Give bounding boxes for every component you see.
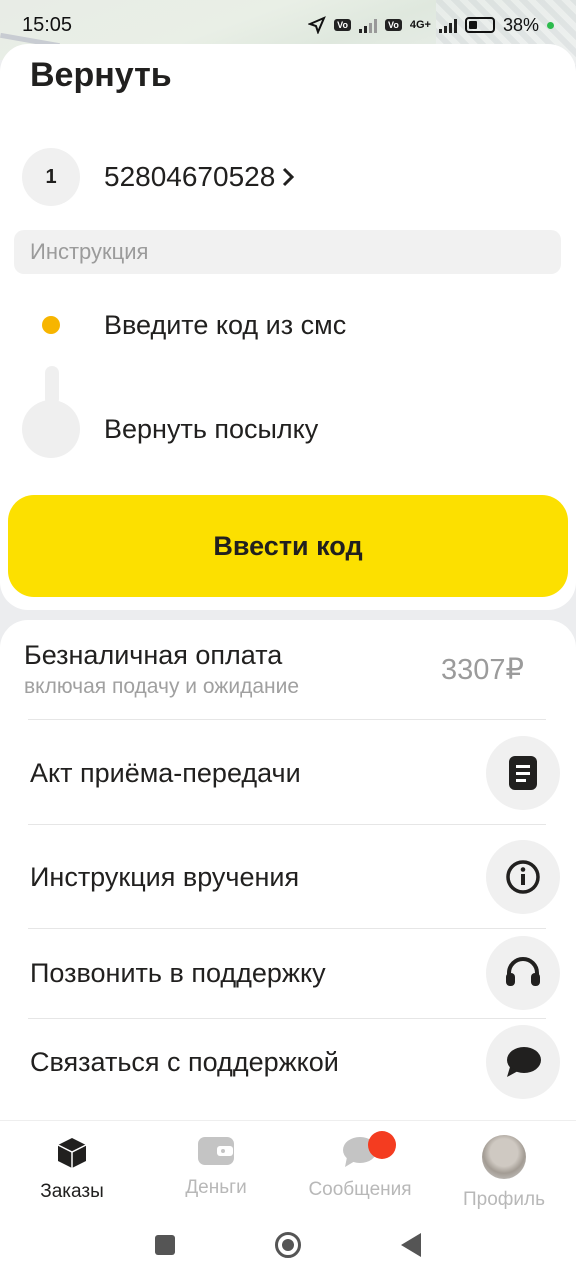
- instruction-section-header: Инструкция: [14, 230, 561, 274]
- menu-item-acceptance-act[interactable]: Акт приёма-передачи: [30, 736, 560, 810]
- system-navigation-bar: [0, 1210, 576, 1280]
- volte-icon: Vo: [334, 19, 352, 31]
- unread-badge: [368, 1131, 396, 1159]
- location-arrow-icon: [308, 16, 327, 34]
- return-card: Вернуть 1 52804670528 Инструкция Введите…: [0, 44, 576, 610]
- menu-item-delivery-instruction[interactable]: Инструкция вручения: [30, 840, 560, 914]
- page-title: Вернуть: [30, 56, 172, 94]
- menu-item-call-support[interactable]: Позвонить в поддержку: [30, 936, 560, 1010]
- document-icon: [509, 756, 537, 790]
- payment-row: Безналичная оплата включая подачу и ожид…: [24, 640, 544, 699]
- signal-icon: [359, 17, 378, 33]
- menu-item-label: Связаться с поддержкой: [30, 1046, 339, 1077]
- status-icons: Vo Vo 4G+ 38%: [308, 15, 554, 36]
- nav-tab-orders[interactable]: Заказы: [0, 1121, 144, 1203]
- battery-icon: [464, 17, 495, 33]
- signal-icon: [438, 17, 457, 33]
- chevron-right-icon: [283, 167, 295, 187]
- pending-step-circle-icon: [22, 400, 80, 458]
- nav-label: Деньги: [185, 1177, 247, 1198]
- divider: [28, 928, 546, 929]
- recent-apps-button[interactable]: [155, 1235, 175, 1255]
- chat-bubble-icon: [507, 1047, 541, 1077]
- current-step-dot-icon: [42, 316, 60, 334]
- headset-button[interactable]: [486, 936, 560, 1010]
- order-number: 52804670528: [104, 161, 276, 192]
- wallet-icon: [198, 1137, 234, 1165]
- privacy-indicator-icon: [547, 21, 554, 29]
- headset-icon: [506, 957, 540, 986]
- chat-button[interactable]: [486, 1025, 560, 1099]
- payment-amount: 3307₽: [441, 654, 524, 686]
- menu-item-label: Акт приёма-передачи: [30, 757, 301, 788]
- status-bar: 15:05 Vo Vo 4G+ 38%: [0, 0, 576, 50]
- order-index: 1: [22, 148, 80, 206]
- nav-tab-messages[interactable]: Сообщения: [288, 1121, 432, 1201]
- battery-level: 38%: [502, 14, 539, 35]
- box-icon: [57, 1138, 87, 1168]
- network-type: 4G+: [409, 19, 431, 31]
- divider: [28, 719, 546, 720]
- bottom-navigation: Заказы Деньги Сообщения Профиль: [0, 1120, 576, 1211]
- home-button[interactable]: [275, 1232, 301, 1258]
- nav-label: Заказы: [40, 1181, 104, 1202]
- step-label: Вернуть посылку: [104, 413, 319, 444]
- nav-tab-money[interactable]: Деньги: [144, 1121, 288, 1199]
- order-details-card: Безналичная оплата включая подачу и ожид…: [0, 620, 576, 1120]
- menu-item-label: Инструкция вручения: [30, 861, 300, 892]
- order-row[interactable]: 1 52804670528: [22, 148, 295, 206]
- volte-icon: Vo: [385, 19, 402, 31]
- step-label: Введите код из смс: [104, 309, 347, 340]
- instruction-step: Вернуть посылку: [22, 400, 318, 458]
- divider: [28, 824, 546, 825]
- nav-label: Профиль: [462, 1189, 546, 1210]
- divider: [28, 1018, 546, 1019]
- nav-label: Сообщения: [308, 1179, 412, 1200]
- nav-tab-profile[interactable]: Профиль: [432, 1121, 576, 1211]
- document-button[interactable]: [486, 736, 560, 810]
- status-time: 15:05: [22, 13, 73, 36]
- back-button[interactable]: [401, 1233, 421, 1257]
- info-icon: [506, 860, 540, 894]
- info-button[interactable]: [486, 840, 560, 914]
- avatar-icon: [482, 1135, 526, 1179]
- instruction-step: Введите код из смс: [22, 296, 346, 354]
- enter-code-button[interactable]: Ввести код: [8, 495, 568, 597]
- order-number-link[interactable]: 52804670528: [104, 161, 295, 193]
- menu-item-label: Позвонить в поддержку: [30, 957, 326, 988]
- menu-item-contact-support[interactable]: Связаться с поддержкой: [30, 1025, 560, 1099]
